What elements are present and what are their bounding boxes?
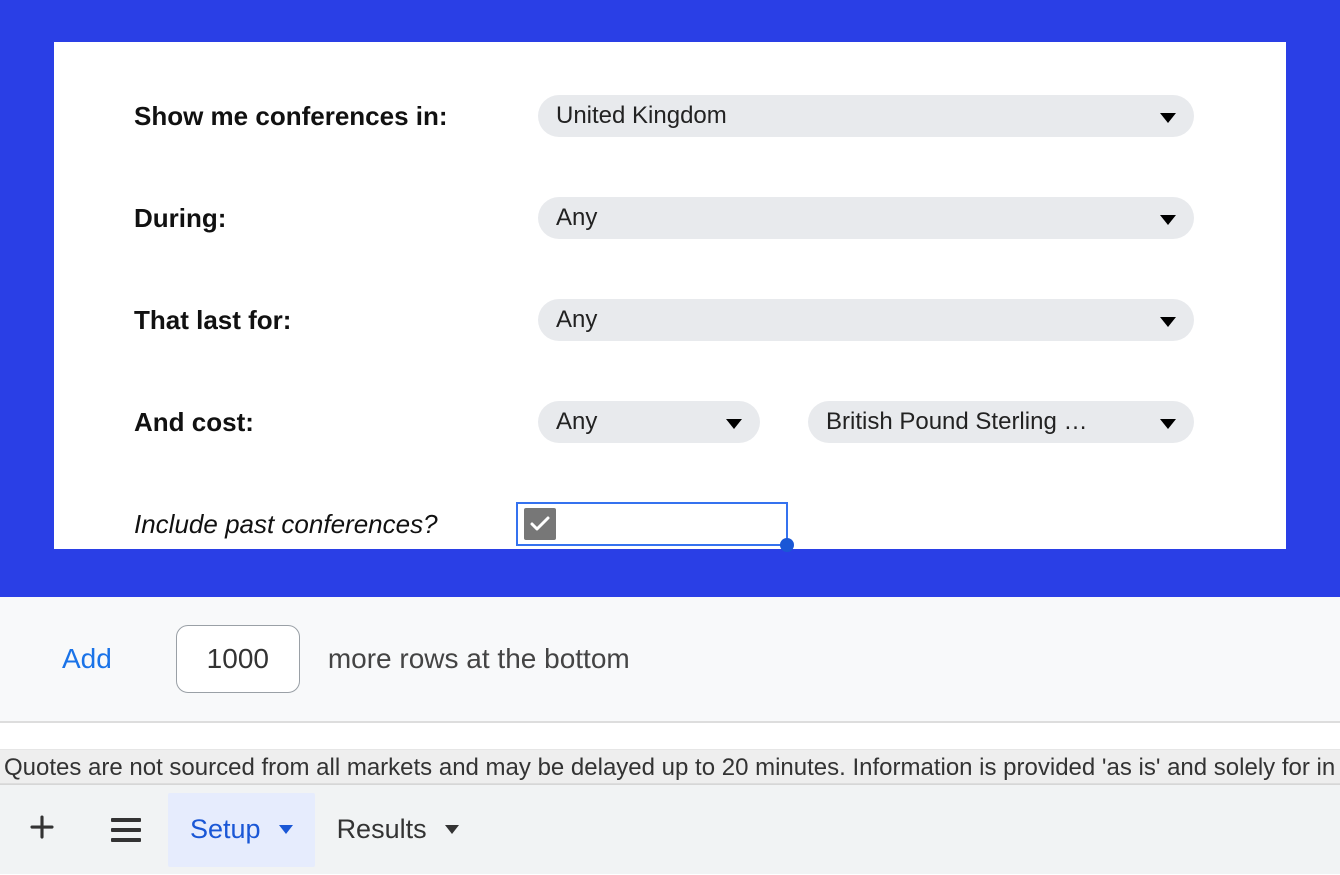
cell-selection[interactable]	[516, 502, 788, 546]
all-sheets-button[interactable]	[84, 785, 168, 875]
row-cost: And cost: Any British Pound Sterling …	[134, 402, 1226, 442]
sheet-tab-bar: Setup Results	[0, 784, 1340, 874]
selection-handle[interactable]	[780, 538, 794, 552]
tab-setup-label: Setup	[190, 814, 261, 845]
chevron-down-icon	[1160, 204, 1176, 232]
row-during: During: Any	[134, 198, 1226, 238]
label-during: During:	[134, 203, 538, 234]
select-cost[interactable]: Any	[538, 401, 760, 443]
checkbox-cell-selection	[516, 502, 788, 546]
add-rows-button[interactable]: Add	[62, 643, 112, 675]
row-past: Include past conferences?	[134, 504, 1226, 544]
label-location: Show me conferences in:	[134, 101, 538, 132]
finance-disclaimer: Quotes are not sourced from all markets …	[0, 750, 1340, 784]
chevron-down-icon	[1160, 306, 1176, 334]
row-duration: That last for: Any	[134, 300, 1226, 340]
chevron-down-icon	[1160, 102, 1176, 130]
horizontal-scrollbar[interactable]	[0, 722, 1340, 750]
select-during-value: Any	[556, 204, 1142, 232]
select-during[interactable]: Any	[538, 197, 1194, 239]
label-duration: That last for:	[134, 305, 538, 336]
plus-icon	[27, 812, 57, 847]
label-cost: And cost:	[134, 407, 538, 438]
form-frame: Show me conferences in: United Kingdom D…	[0, 0, 1340, 597]
more-rows-label: more rows at the bottom	[328, 643, 630, 675]
select-location[interactable]: United Kingdom	[538, 95, 1194, 137]
chevron-down-icon	[726, 408, 742, 436]
chevron-down-icon	[279, 825, 293, 834]
cost-group: Any British Pound Sterling …	[538, 401, 1194, 443]
tab-results-label: Results	[337, 814, 427, 845]
row-location: Show me conferences in: United Kingdom	[134, 96, 1226, 136]
tab-setup[interactable]: Setup	[168, 793, 315, 867]
chevron-down-icon	[445, 825, 459, 834]
checkbox-past[interactable]	[524, 508, 556, 540]
tab-results[interactable]: Results	[315, 793, 481, 867]
select-duration[interactable]: Any	[538, 299, 1194, 341]
add-rows-bar: Add more rows at the bottom	[0, 597, 1340, 722]
check-icon	[528, 512, 552, 536]
select-cost-value: Any	[556, 408, 708, 436]
menu-icon	[111, 818, 141, 842]
select-currency[interactable]: British Pound Sterling …	[808, 401, 1194, 443]
select-currency-value: British Pound Sterling …	[826, 408, 1142, 436]
label-past: Include past conferences?	[134, 509, 538, 540]
chevron-down-icon	[1160, 408, 1176, 436]
rows-count-input[interactable]	[176, 625, 300, 693]
select-location-value: United Kingdom	[556, 102, 1142, 130]
add-sheet-button[interactable]	[0, 785, 84, 875]
select-duration-value: Any	[556, 306, 1142, 334]
form-card: Show me conferences in: United Kingdom D…	[54, 42, 1286, 549]
